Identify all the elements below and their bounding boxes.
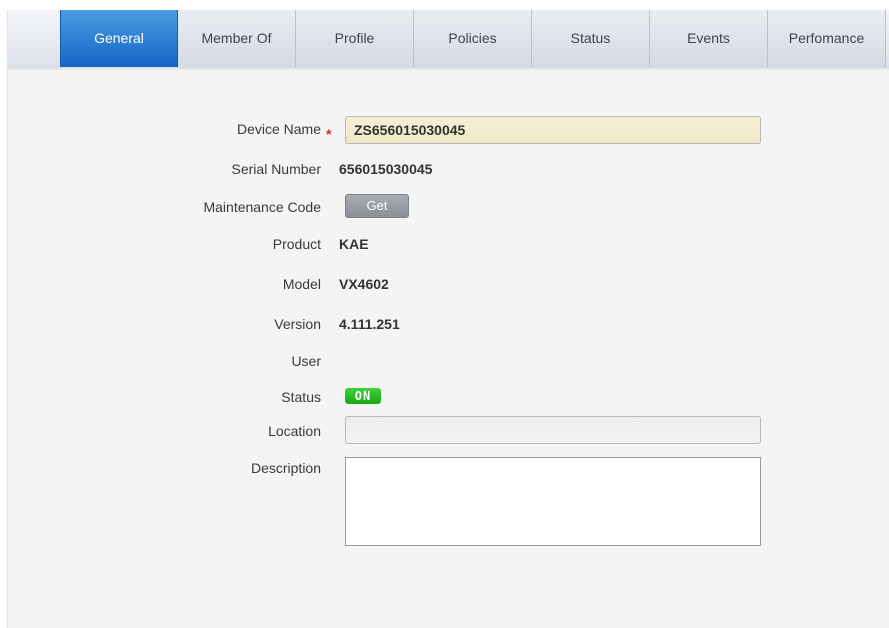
device-name-input[interactable] [345, 116, 761, 144]
required-marker: * [326, 126, 332, 142]
get-maintenance-code-button[interactable]: Get [345, 194, 409, 218]
status-badge: ON [345, 388, 381, 404]
device-properties-panel: General Member Of Profile Policies Statu… [7, 10, 889, 628]
user-label: User [291, 353, 321, 369]
model-label: Model [282, 276, 321, 292]
description-textarea[interactable] [345, 457, 761, 546]
product-label: Product [272, 236, 321, 252]
tab-bar: General Member Of Profile Policies Statu… [8, 10, 889, 68]
model-value: VX4602 [339, 276, 389, 292]
tab-profile[interactable]: Profile [296, 10, 414, 67]
maintenance-code-label: Maintenance Code [203, 199, 321, 215]
device-name-label: Device Name [236, 121, 321, 137]
location-input[interactable] [345, 416, 761, 444]
location-label: Location [268, 423, 321, 439]
tabs: General Member Of Profile Policies Statu… [60, 10, 886, 67]
tab-policies[interactable]: Policies [414, 10, 532, 67]
version-label: Version [274, 316, 321, 332]
status-label: Status [281, 389, 321, 405]
tab-events[interactable]: Events [650, 10, 768, 67]
serial-number-value: 656015030045 [339, 161, 433, 177]
tabbar-divider [8, 67, 889, 71]
version-value: 4.111.251 [339, 316, 400, 332]
serial-number-label: Serial Number [231, 161, 321, 177]
tab-status[interactable]: Status [532, 10, 650, 67]
tab-performance[interactable]: Perfomance [768, 10, 886, 67]
tab-member-of[interactable]: Member Of [178, 10, 296, 67]
tab-general[interactable]: General [60, 10, 178, 67]
product-value: KAE [339, 236, 369, 252]
description-label: Description [250, 460, 321, 476]
